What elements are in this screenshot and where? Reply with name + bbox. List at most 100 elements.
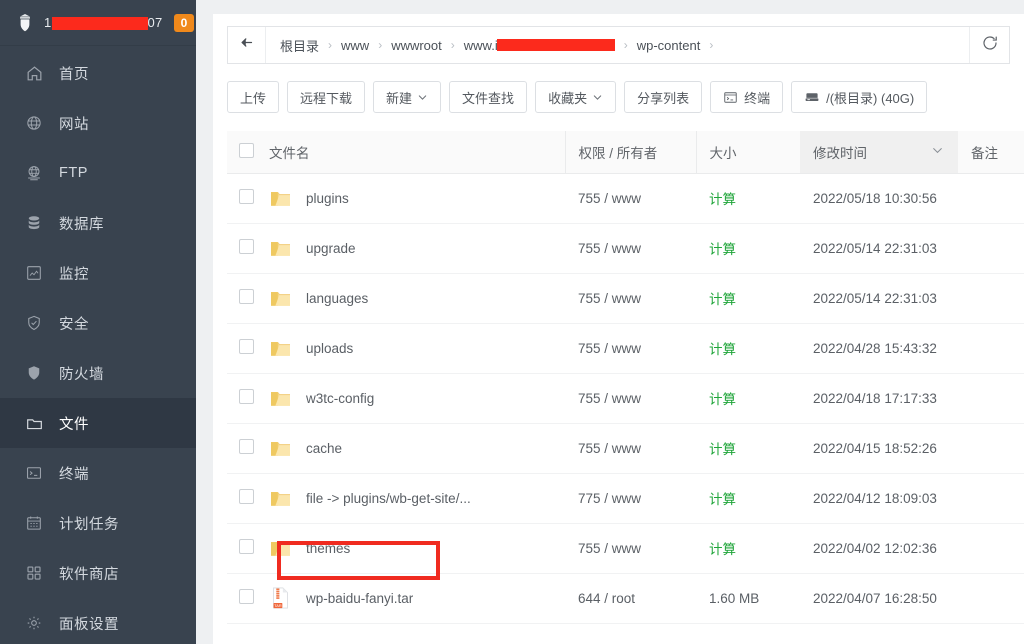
- note-cell[interactable]: [958, 173, 1024, 224]
- share-list-button[interactable]: 分享列表: [624, 81, 703, 113]
- sidebar-item-app-store[interactable]: 软件商店: [0, 548, 196, 598]
- table-header: 文件名 权限 / 所有者 大小 修改时间 备注: [227, 131, 1024, 174]
- file-search-button[interactable]: 文件查找: [449, 81, 528, 113]
- select-all-header: [227, 131, 269, 174]
- breadcrumb-item-root[interactable]: 根目录: [280, 36, 319, 55]
- file-name-cell: themes: [269, 523, 565, 574]
- permission-owner-cell[interactable]: 775 / www: [565, 473, 696, 524]
- modified-time-cell: 2022/05/18 10:30:56: [800, 173, 958, 224]
- note-cell[interactable]: [958, 473, 1024, 524]
- sidebar-item-panel-settings[interactable]: 面板设置: [0, 598, 196, 644]
- calculate-size-link[interactable]: 计算: [709, 242, 736, 257]
- calculate-size-link[interactable]: 计算: [709, 392, 736, 407]
- sidebar-nav: 首页 网站 FTP 数据库 监控 安全 防火墙 文件 终端 计划任务 软件商店 …: [0, 46, 196, 644]
- upload-button[interactable]: 上传: [227, 81, 280, 113]
- breadcrumb-item-wwwroot[interactable]: wwwroot: [391, 38, 442, 53]
- row-checkbox[interactable]: [239, 539, 254, 554]
- calculate-size-link[interactable]: 计算: [709, 292, 736, 307]
- file-name-link[interactable]: themes: [306, 541, 350, 556]
- permission-owner-cell[interactable]: 755 / www: [565, 423, 696, 474]
- refresh-button[interactable]: [969, 27, 1009, 63]
- note-cell[interactable]: [958, 373, 1024, 424]
- remote-download-button[interactable]: 远程下载: [287, 81, 366, 113]
- calculate-size-link[interactable]: 计算: [709, 442, 736, 457]
- grid-icon: [24, 563, 44, 583]
- column-header-note[interactable]: 备注: [958, 131, 1024, 174]
- sidebar-item-firewall[interactable]: 防火墙: [0, 348, 196, 398]
- file-name-link[interactable]: uploads: [306, 341, 353, 356]
- row-checkbox[interactable]: [239, 239, 254, 254]
- sidebar-item-monitor[interactable]: 监控: [0, 248, 196, 298]
- note-cell[interactable]: [958, 223, 1024, 274]
- file-name-link[interactable]: cache: [306, 441, 342, 456]
- file-name-link[interactable]: wp-baidu-fanyi.tar: [306, 591, 413, 606]
- file-name-link[interactable]: w3tc-config: [306, 391, 374, 406]
- column-header-filename[interactable]: 文件名: [269, 131, 565, 174]
- new-button[interactable]: 新建: [373, 81, 442, 113]
- sidebar-item-terminal[interactable]: 终端: [0, 448, 196, 498]
- file-name-link[interactable]: file -> plugins/wb-get-site/...: [306, 491, 471, 506]
- column-header-size[interactable]: 大小: [695, 131, 800, 174]
- select-all-checkbox[interactable]: [239, 142, 254, 158]
- row-checkbox[interactable]: [239, 289, 254, 304]
- permission-owner-cell[interactable]: 755 / www: [565, 223, 696, 274]
- note-cell[interactable]: [958, 273, 1024, 324]
- calculate-size-link[interactable]: 计算: [709, 542, 736, 557]
- breadcrumb-item-wp-content[interactable]: wp-content: [637, 38, 701, 53]
- table-row[interactable]: TAR wp-baidu-fanyi.tar 644 / root 1.60 MB 2…: [227, 573, 1024, 624]
- table-row[interactable]: themes 755 / www 计算 2022/04/02 12:02:36: [227, 523, 1024, 574]
- sidebar-item-crontab[interactable]: 计划任务: [0, 498, 196, 548]
- sidebar-item-database[interactable]: 数据库: [0, 198, 196, 248]
- table-row[interactable]: file -> plugins/wb-get-site/... 775 / www…: [227, 473, 1024, 524]
- breadcrumb-item-domain[interactable]: www.i: [464, 38, 615, 53]
- row-checkbox[interactable]: [239, 389, 254, 404]
- calculate-size-link[interactable]: 计算: [709, 192, 736, 207]
- sidebar-item-files[interactable]: 文件: [0, 398, 196, 448]
- file-name-link[interactable]: upgrade: [306, 241, 356, 256]
- table-row[interactable]: uploads 755 / www 计算 2022/04/28 15:43:32: [227, 323, 1024, 374]
- row-checkbox[interactable]: [239, 439, 254, 454]
- table-row[interactable]: w3tc-config 755 / www 计算 2022/04/18 17:17:3…: [227, 373, 1024, 424]
- sidebar-brand[interactable]: 1 07 0: [0, 0, 196, 46]
- favorites-button[interactable]: 收藏夹: [535, 81, 617, 113]
- breadcrumb-item-www[interactable]: www: [341, 38, 369, 53]
- file-name-link[interactable]: plugins: [306, 191, 349, 206]
- permission-owner-cell[interactable]: 755 / www: [565, 323, 696, 374]
- table-row[interactable]: languages 755 / www 计算 2022/05/14 22:31:03: [227, 273, 1024, 324]
- column-header-modified-time[interactable]: 修改时间: [800, 131, 958, 174]
- account-name: 1 07: [44, 15, 163, 30]
- sidebar-item-security[interactable]: 安全: [0, 298, 196, 348]
- permission-owner-cell[interactable]: 755 / www: [565, 273, 696, 324]
- row-checkbox[interactable]: [239, 489, 254, 504]
- breadcrumb: 根目录 › www › wwwroot › www.i › wp-content…: [266, 27, 969, 63]
- permission-owner-cell[interactable]: 644 / root: [565, 573, 696, 624]
- size-cell: 计算: [696, 173, 800, 224]
- back-button[interactable]: [228, 27, 266, 63]
- notification-badge[interactable]: 0: [173, 13, 195, 32]
- column-header-permission[interactable]: 权限 / 所有者: [564, 131, 696, 174]
- note-cell[interactable]: [958, 573, 1024, 624]
- permission-owner-cell[interactable]: 755 / www: [565, 373, 696, 424]
- table-row[interactable]: plugins 755 / www 计算 2022/05/18 10:30:56: [227, 173, 1024, 224]
- note-cell[interactable]: [958, 523, 1024, 574]
- file-name-link[interactable]: languages: [306, 291, 368, 306]
- calculate-size-link[interactable]: 计算: [709, 492, 736, 507]
- redacted-domain: [496, 39, 615, 51]
- terminal-button[interactable]: 终端: [710, 81, 784, 113]
- row-checkbox[interactable]: [239, 339, 254, 354]
- folder-icon: [269, 389, 291, 408]
- table-row[interactable]: cache 755 / www 计算 2022/04/15 18:52:26: [227, 423, 1024, 474]
- permission-owner-cell[interactable]: 755 / www: [565, 523, 696, 574]
- permission-owner-cell[interactable]: 755 / www: [565, 173, 696, 224]
- disk-root-button[interactable]: /(根目录) (40G): [791, 81, 928, 113]
- note-cell[interactable]: [958, 323, 1024, 374]
- sidebar-item-home[interactable]: 首页: [0, 48, 196, 98]
- row-checkbox[interactable]: [239, 589, 254, 604]
- table-row[interactable]: upgrade 755 / www 计算 2022/05/14 22:31:03: [227, 223, 1024, 274]
- sidebar-item-ftp[interactable]: FTP: [0, 148, 196, 198]
- breadcrumb-separator: ›: [709, 38, 714, 52]
- calculate-size-link[interactable]: 计算: [709, 342, 736, 357]
- note-cell[interactable]: [958, 423, 1024, 474]
- row-checkbox[interactable]: [239, 189, 254, 204]
- sidebar-item-website[interactable]: 网站: [0, 98, 196, 148]
